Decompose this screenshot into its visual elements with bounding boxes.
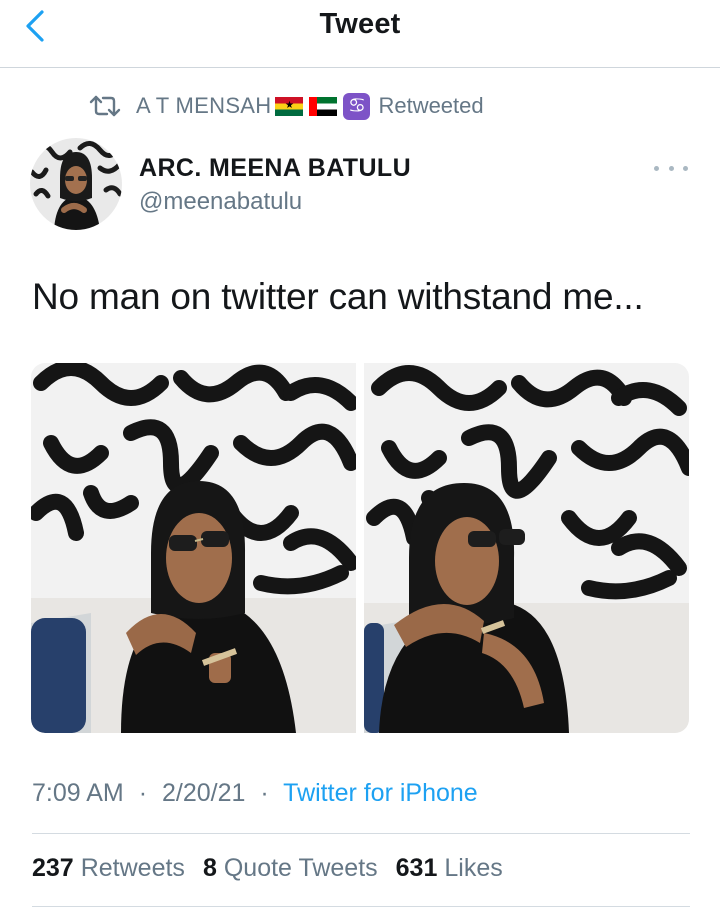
page-title: Tweet <box>319 8 401 40</box>
tweet-date: 2/20/21 <box>161 779 246 807</box>
display-name[interactable]: ARC. MEENA BATULU <box>139 154 411 183</box>
tweet-photo-1[interactable] <box>31 363 356 733</box>
more-dots-icon <box>654 165 659 171</box>
engagement-stats: 237 Retweets 8 Quote Tweets 631 Likes <box>32 854 521 883</box>
retweets-label: Retweets <box>80 854 185 882</box>
retweeted-by-line[interactable]: A T MENSAH ♋ Retweeted <box>88 90 484 122</box>
photo-image <box>31 363 356 733</box>
divider <box>32 833 690 834</box>
cancer-zodiac-icon: ♋ <box>343 92 371 120</box>
divider <box>32 906 690 907</box>
photo-image <box>364 363 689 733</box>
quote-tweets-stat[interactable]: 8 Quote Tweets <box>203 854 378 883</box>
tweet-time: 7:09 AM <box>32 779 124 807</box>
retweeted-label: Retweeted <box>378 93 484 118</box>
avatar-image <box>30 138 122 230</box>
retweets-count: 237 <box>32 854 74 882</box>
likes-stat[interactable]: 631 Likes <box>396 854 503 883</box>
tweet-source-link[interactable]: Twitter for iPhone <box>283 779 478 807</box>
more-options-button[interactable] <box>654 158 688 178</box>
quote-tweets-label: Quote Tweets <box>223 854 378 882</box>
user-handle[interactable]: @meenabatulu <box>139 188 302 216</box>
tweet-photo-2[interactable] <box>364 363 689 733</box>
tweet-meta: 7:09 AM · 2/20/21 · Twitter for iPhone <box>32 779 478 808</box>
retweet-icon <box>89 95 121 117</box>
avatar[interactable] <box>30 138 122 230</box>
more-dots-icon <box>668 165 674 171</box>
meta-separator: · <box>138 779 148 807</box>
top-bar: Tweet <box>0 0 720 68</box>
retweeter-name: A T MENSAH <box>136 93 272 118</box>
tweet-text: No man on twitter can withstand me... <box>32 276 644 317</box>
uae-flag-icon <box>309 96 338 116</box>
more-dots-icon <box>683 165 688 171</box>
likes-count: 631 <box>395 854 438 882</box>
retweets-stat[interactable]: 237 Retweets <box>32 854 185 883</box>
likes-label: Likes <box>444 854 503 882</box>
ghana-flag-icon <box>275 96 304 116</box>
quote-tweets-count: 8 <box>202 854 217 882</box>
meta-separator: · <box>260 779 269 807</box>
